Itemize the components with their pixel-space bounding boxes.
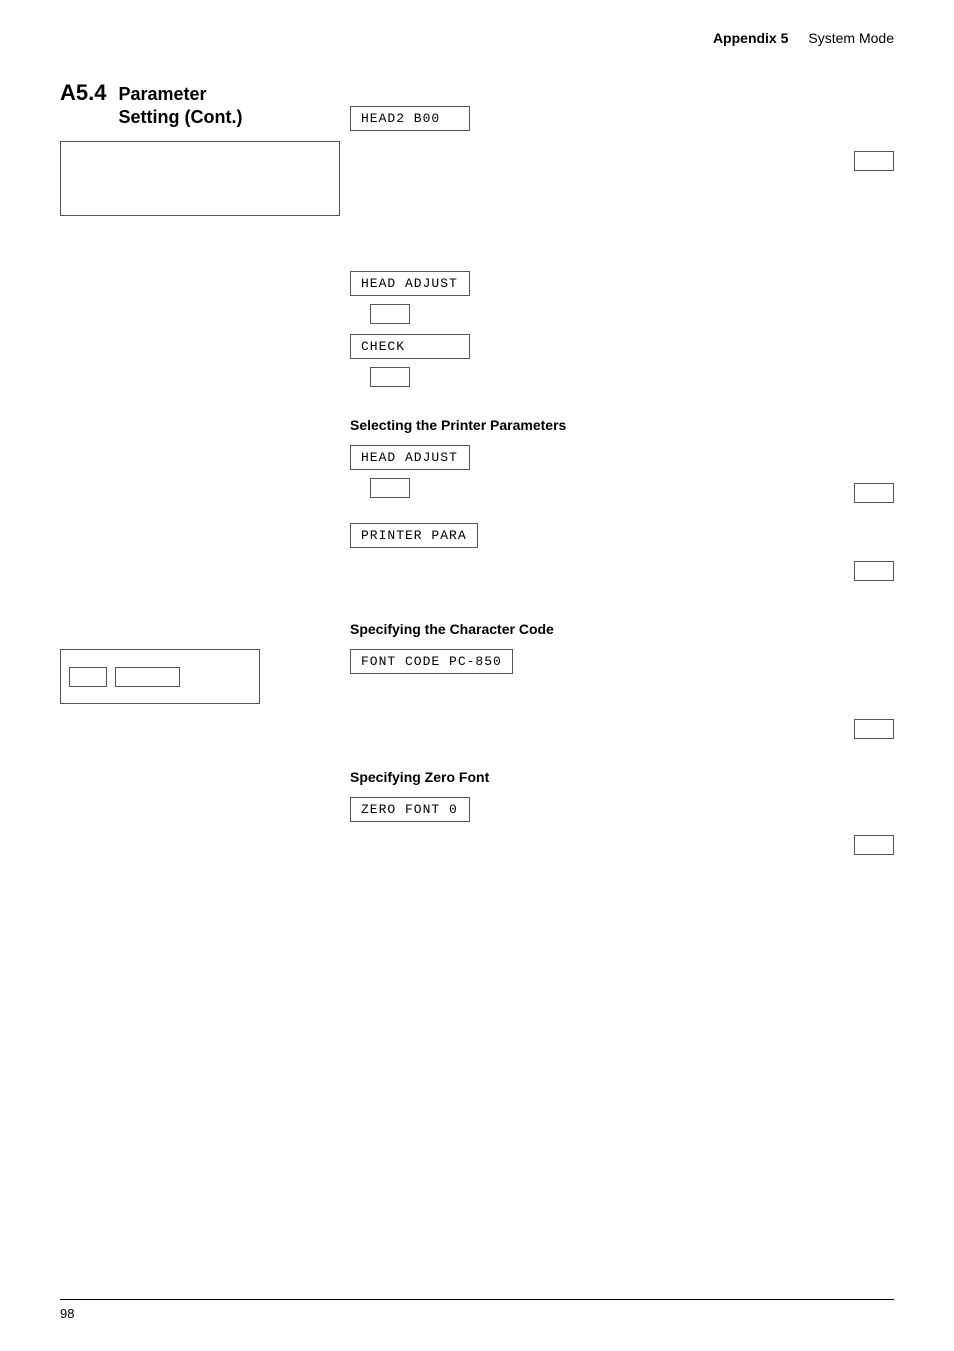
page-header: Appendix 5 System Mode	[60, 30, 894, 46]
small-box-1	[854, 151, 894, 171]
head-adjust-display-2: HEAD ADJUST	[350, 445, 470, 470]
zero-font-display: ZERO FONT 0	[350, 797, 470, 822]
block-head-adjust-check: HEAD ADJUST CHECK	[350, 271, 894, 387]
char-code-diagram-box	[60, 649, 260, 704]
head2-display: HEAD2 B00	[350, 106, 470, 131]
block-selecting-printer: Selecting the Printer Parameters HEAD AD…	[350, 417, 894, 591]
section-name-line1: Parameter	[118, 83, 242, 106]
char-code-small-box-1	[69, 667, 107, 687]
head-adjust-sub-box-1	[370, 304, 894, 324]
page: Appendix 5 System Mode A5.4 Parameter Se…	[0, 0, 954, 1351]
head-adjust-display-1: HEAD ADJUST	[350, 271, 470, 296]
page-footer: 98	[60, 1299, 894, 1321]
section-title: A5.4 Parameter Setting (Cont.)	[60, 80, 242, 130]
block-head2: HEAD2 B00	[350, 106, 894, 231]
char-code-title: Specifying the Character Code	[350, 621, 894, 637]
check-row: CHECK	[350, 334, 894, 359]
block-char-code: Specifying the Character Code FONT CODE …	[350, 621, 894, 865]
system-mode-label: System Mode	[808, 30, 894, 46]
section-name-line2: Setting (Cont.)	[118, 106, 242, 129]
block-zero-font: Specifying Zero Font ZERO FONT 0	[350, 769, 894, 865]
char-code-right-area	[350, 719, 894, 749]
head2-row: HEAD2 B00	[350, 106, 894, 131]
diagram-area-1	[350, 141, 894, 231]
small-box-right-3	[854, 719, 894, 739]
head-adjust-row-2: HEAD ADJUST	[350, 445, 894, 470]
font-code-display: FONT CODE PC-850	[350, 649, 513, 674]
head-adjust-row-1: HEAD ADJUST	[350, 271, 894, 296]
head-adjust-area-2	[350, 478, 894, 513]
small-box-right-1	[854, 483, 894, 503]
char-code-area: FONT CODE PC-850	[350, 649, 894, 709]
small-box-right-4	[854, 835, 894, 855]
zero-font-title: Specifying Zero Font	[350, 769, 894, 785]
printer-para-area	[350, 556, 894, 591]
diagram-box-1	[60, 141, 340, 216]
zero-font-right-area	[350, 830, 894, 865]
small-box-right-2	[854, 561, 894, 581]
sub-indicator-2	[370, 367, 410, 387]
sub-indicator-1	[370, 304, 410, 324]
sub-indicator-3	[370, 478, 410, 498]
check-display: CHECK	[350, 334, 470, 359]
char-code-small-box-2	[115, 667, 180, 687]
selecting-printer-title: Selecting the Printer Parameters	[350, 417, 894, 433]
page-number: 98	[60, 1306, 74, 1321]
section-number: A5.4	[60, 80, 106, 106]
appendix-label: Appendix 5	[713, 30, 788, 46]
main-content: HEAD2 B00 HEAD ADJUST CHECK	[350, 106, 894, 865]
printer-para-display: PRINTER PARA	[350, 523, 478, 548]
zero-font-row: ZERO FONT 0	[350, 797, 894, 822]
check-sub-box	[370, 367, 894, 387]
printer-para-row: PRINTER PARA	[350, 523, 894, 548]
